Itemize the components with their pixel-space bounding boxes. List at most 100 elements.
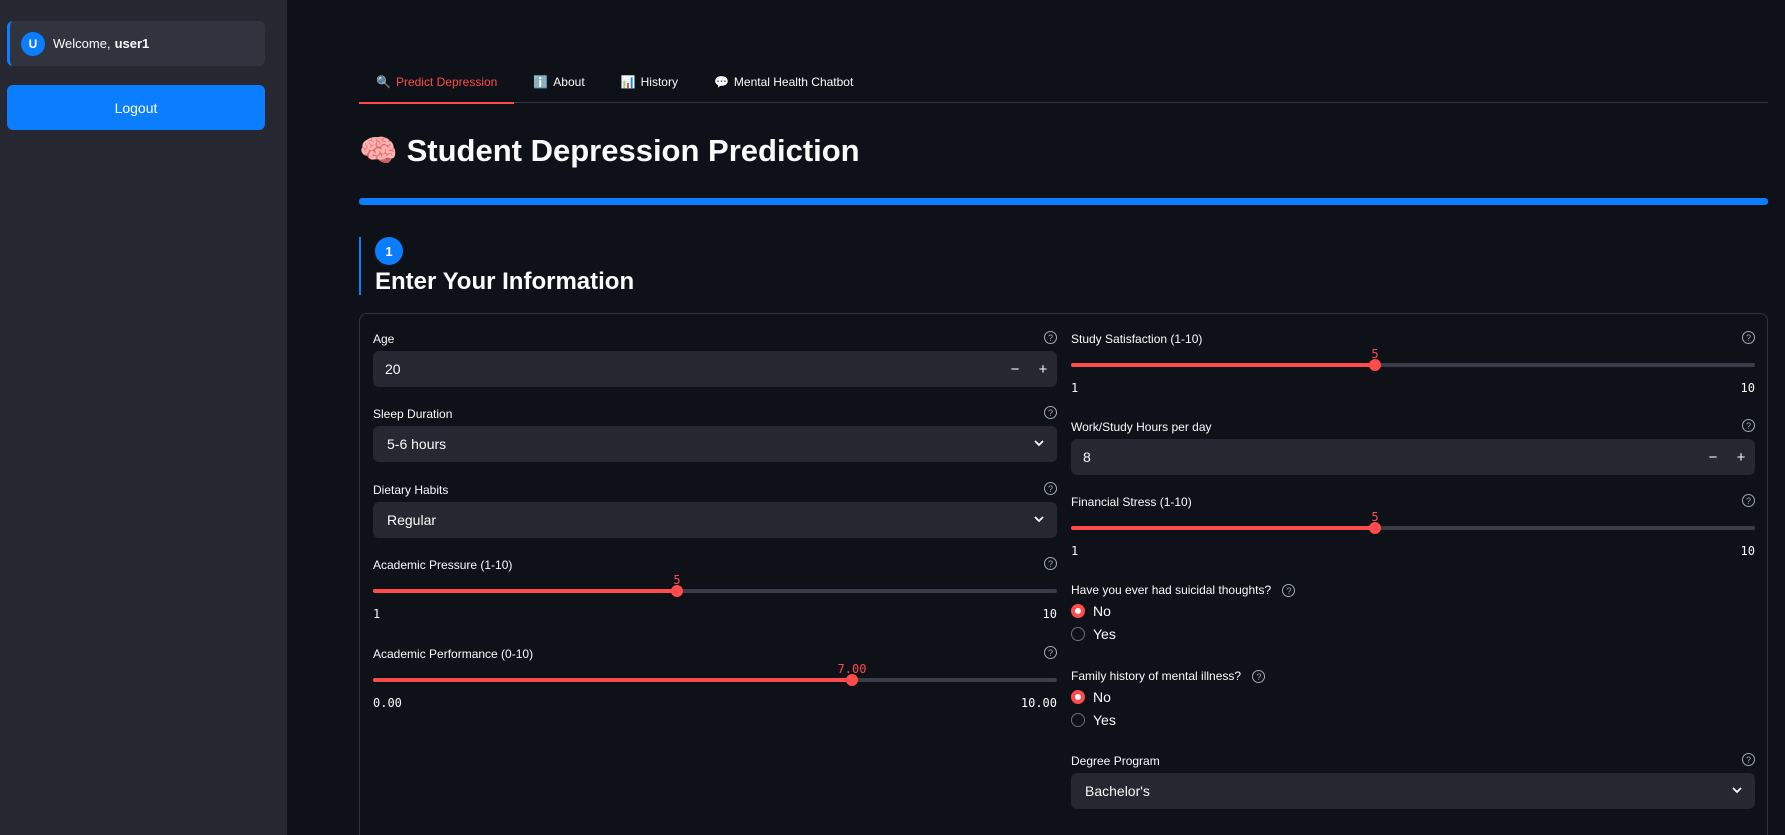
- slider-thumb[interactable]: [1369, 522, 1381, 534]
- family-history-field: Family history of mental illness? ? No Y…: [1071, 668, 1755, 738]
- tab-label: Mental Health Chatbot: [733, 74, 854, 89]
- slider-fill: [1071, 526, 1375, 530]
- chevron-down-icon: [1731, 784, 1743, 799]
- work-hours-field: Work/Study Hours per day ? 8 − +: [1071, 419, 1755, 479]
- radio-button[interactable]: [1071, 627, 1085, 641]
- suicidal-thoughts-question: Have you ever had suicidal thoughts?: [1071, 583, 1272, 597]
- slider-min: 1: [1071, 381, 1079, 395]
- academic-performance-slider[interactable]: [373, 674, 1057, 686]
- slider-thumb[interactable]: [846, 674, 858, 686]
- slider-max: 10.00: [1020, 696, 1057, 710]
- family-history-question: Family history of mental illness?: [1071, 669, 1242, 683]
- username: user1: [114, 36, 150, 51]
- study-satisfaction-label: Study Satisfaction (1-10): [1071, 332, 1203, 346]
- help-icon[interactable]: ?: [1282, 584, 1296, 598]
- sidebar: U Welcome, user1 Logout: [0, 0, 287, 835]
- age-input[interactable]: 20 − +: [373, 351, 1057, 387]
- section-header: 1 Enter Your Information: [359, 237, 634, 295]
- slider-min: 1: [373, 607, 381, 621]
- help-icon[interactable]: ?: [1044, 646, 1057, 659]
- academic-performance-field: Academic Performance (0-10) ? 7.00 0.00 …: [373, 646, 1057, 716]
- chevron-down-icon: [1033, 513, 1045, 528]
- dietary-habits-field: Dietary Habits ? Regular: [373, 482, 1057, 542]
- radio-option-no[interactable]: No: [1071, 603, 1111, 619]
- help-icon[interactable]: ?: [1044, 482, 1057, 495]
- slider-fill: [373, 678, 852, 682]
- radio-option-yes[interactable]: Yes: [1071, 626, 1116, 642]
- sleep-duration-label: Sleep Duration: [373, 407, 453, 421]
- sleep-duration-value: 5-6 hours: [387, 436, 447, 452]
- academic-performance-label: Academic Performance (0-10): [373, 647, 534, 661]
- study-satisfaction-slider[interactable]: [1071, 359, 1755, 371]
- academic-pressure-field: Academic Pressure (1-10) ? 5 1 10: [373, 557, 1057, 627]
- radio-option-no[interactable]: No: [1071, 689, 1111, 705]
- help-icon[interactable]: ?: [1742, 494, 1755, 507]
- brain-icon: 🧠: [359, 133, 398, 168]
- tab-predict-depression[interactable]: 🔍 Predict Depression: [359, 60, 515, 104]
- family-history-label: Family history of mental illness? ?: [1071, 668, 1755, 684]
- tab-bar: 🔍 Predict Depression ℹ️ About 📊 History …: [359, 60, 1768, 104]
- suicidal-thoughts-label: Have you ever had suicidal thoughts? ?: [1071, 582, 1755, 598]
- input-form: Age ? 20 − + Sleep Duration ? 5-6 hours: [359, 313, 1768, 835]
- radio-button[interactable]: [1071, 713, 1085, 727]
- slider-max: 10: [1740, 544, 1755, 558]
- logout-button[interactable]: Logout: [7, 85, 265, 130]
- info-icon: ℹ️: [533, 74, 549, 89]
- increment-button[interactable]: +: [1727, 449, 1755, 466]
- increment-button[interactable]: +: [1029, 361, 1057, 378]
- slider-thumb[interactable]: [1369, 359, 1381, 371]
- tab-label: History: [640, 74, 678, 89]
- study-satisfaction-field: Study Satisfaction (1-10) ? 5 1 10: [1071, 331, 1755, 401]
- speech-bubble-icon: 💬: [713, 74, 729, 89]
- help-icon[interactable]: ?: [1742, 753, 1755, 766]
- bar-chart-icon: 📊: [620, 74, 636, 89]
- tab-label: About: [553, 74, 585, 89]
- age-field: Age ? 20 − +: [373, 331, 1057, 391]
- suicidal-thoughts-field: Have you ever had suicidal thoughts? ? N…: [1071, 582, 1755, 652]
- radio-label: No: [1093, 603, 1111, 619]
- dietary-habits-select[interactable]: Regular: [373, 502, 1057, 538]
- sleep-duration-select[interactable]: 5-6 hours: [373, 426, 1057, 462]
- help-icon[interactable]: ?: [1742, 331, 1755, 344]
- header-divider-bar: [359, 198, 1768, 205]
- page-title: 🧠 Student Depression Prediction: [359, 132, 860, 169]
- tab-about[interactable]: ℹ️ About: [516, 60, 601, 103]
- academic-pressure-label: Academic Pressure (1-10): [373, 558, 513, 572]
- help-icon[interactable]: ?: [1044, 406, 1057, 419]
- radio-button-selected[interactable]: [1071, 604, 1085, 618]
- slider-min: 0.00: [373, 696, 402, 710]
- radio-label: Yes: [1093, 712, 1116, 728]
- degree-program-select[interactable]: Bachelor's: [1071, 773, 1755, 809]
- age-value: 20: [385, 361, 401, 377]
- page-title-text: Student Depression Prediction: [406, 132, 860, 168]
- radio-button-selected[interactable]: [1071, 690, 1085, 704]
- section-title: Enter Your Information: [375, 268, 635, 295]
- academic-pressure-slider[interactable]: [373, 585, 1057, 597]
- slider-thumb[interactable]: [671, 585, 683, 597]
- avatar: U: [21, 31, 45, 56]
- help-icon[interactable]: ?: [1252, 670, 1266, 684]
- tab-label: Predict Depression: [395, 74, 498, 89]
- tab-history[interactable]: 📊 History: [604, 60, 695, 103]
- search-icon: 🔍: [376, 74, 391, 89]
- welcome-box: U Welcome, user1: [7, 21, 265, 66]
- financial-stress-label: Financial Stress (1-10): [1071, 495, 1192, 509]
- help-icon[interactable]: ?: [1742, 419, 1755, 432]
- work-hours-value: 8: [1083, 449, 1091, 465]
- decrement-button[interactable]: −: [1001, 361, 1029, 378]
- step-number-badge: 1: [375, 237, 403, 265]
- tab-chatbot[interactable]: 💬 Mental Health Chatbot: [697, 60, 870, 103]
- radio-option-yes[interactable]: Yes: [1071, 712, 1116, 728]
- decrement-button[interactable]: −: [1699, 449, 1727, 466]
- financial-stress-slider[interactable]: [1071, 522, 1755, 534]
- help-icon[interactable]: ?: [1044, 331, 1057, 344]
- slider-max: 10: [1740, 381, 1755, 395]
- age-label: Age: [373, 332, 395, 346]
- help-icon[interactable]: ?: [1044, 557, 1057, 570]
- degree-program-field: Degree Program ? Bachelor's: [1071, 753, 1755, 813]
- welcome-text: Welcome,: [53, 36, 111, 51]
- work-hours-input[interactable]: 8 − +: [1071, 439, 1755, 475]
- slider-fill: [1071, 363, 1375, 367]
- radio-label: Yes: [1093, 626, 1116, 642]
- slider-max: 10: [1042, 607, 1057, 621]
